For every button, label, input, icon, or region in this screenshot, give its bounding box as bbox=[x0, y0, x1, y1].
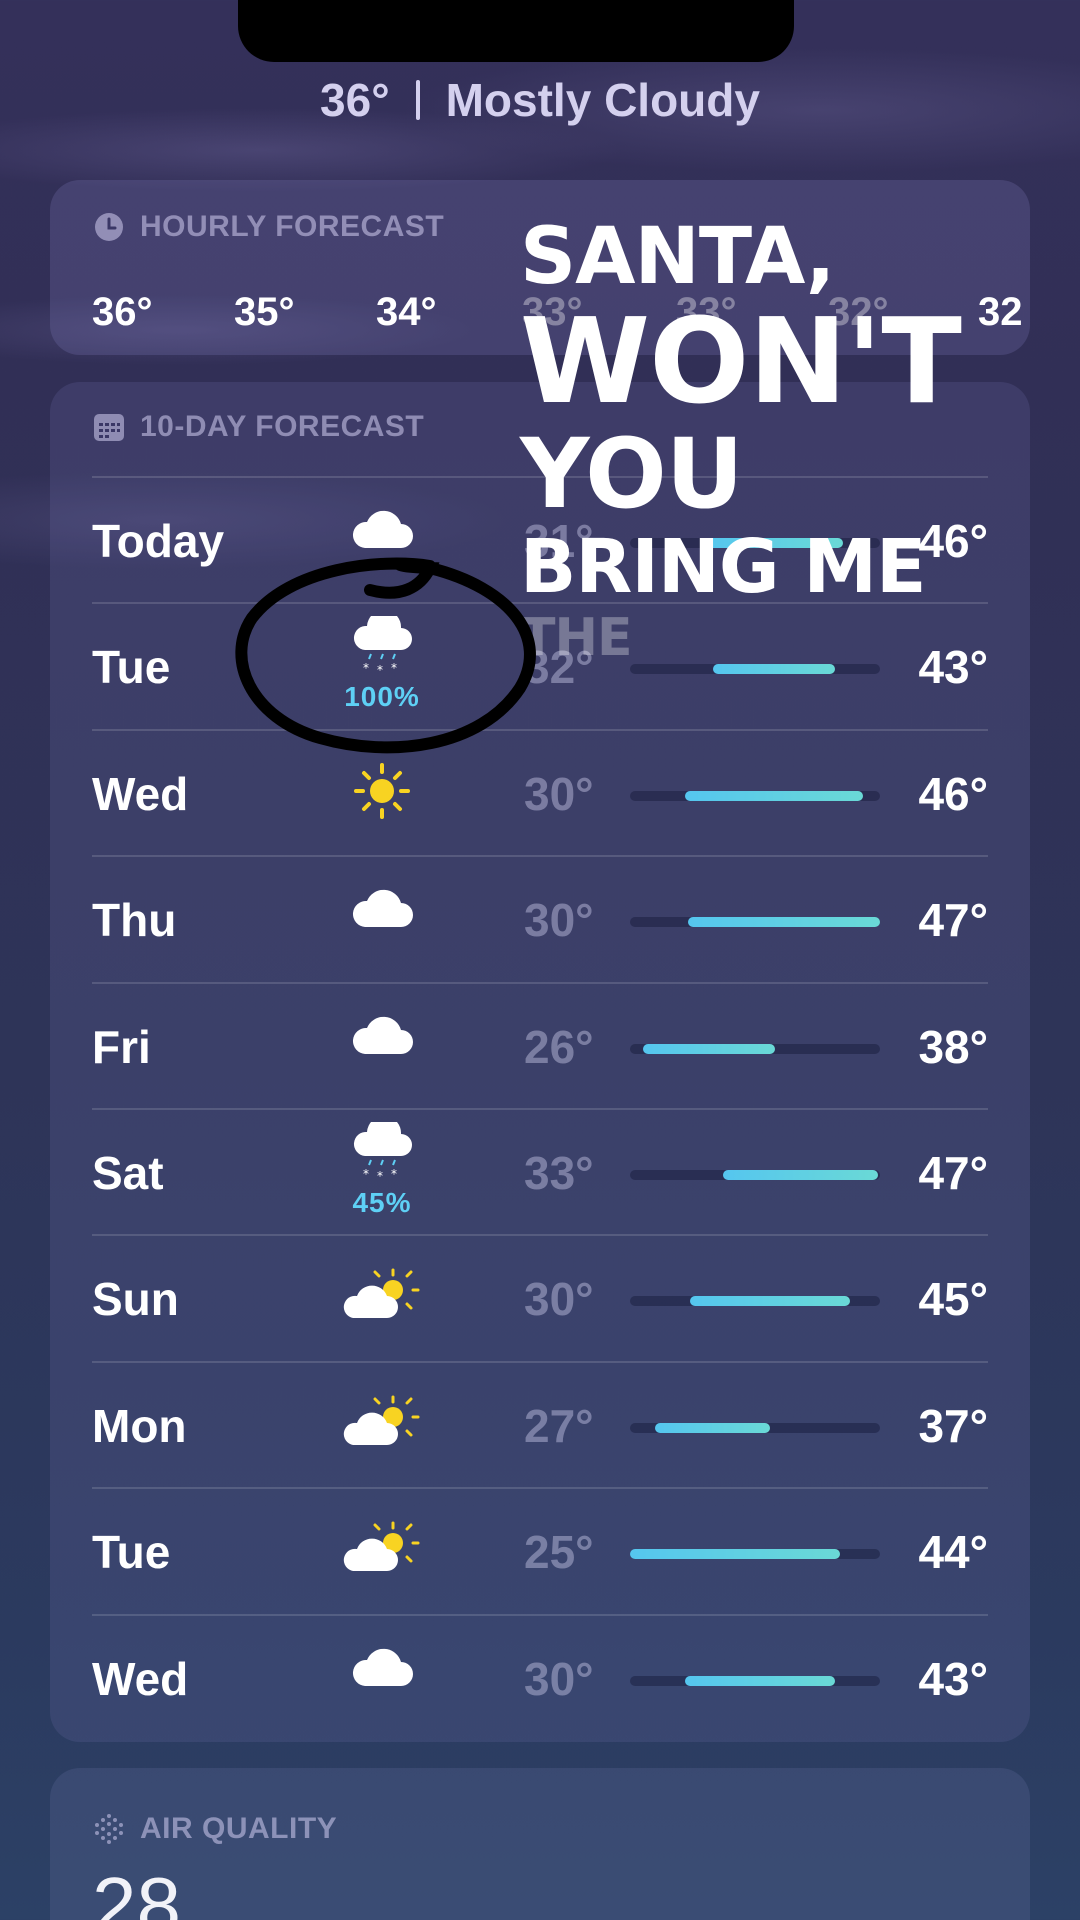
air-quality-title: AIR QUALITY bbox=[92, 1812, 337, 1846]
air-quality-title-text: AIR QUALITY bbox=[140, 1812, 338, 1845]
low-temperature: 26° bbox=[524, 1020, 594, 1073]
high-temperature: 44° bbox=[918, 1526, 988, 1579]
partly-sunny-icon bbox=[343, 1393, 421, 1454]
weather-condition bbox=[332, 1519, 432, 1599]
weather-condition bbox=[332, 1266, 432, 1346]
air-quality-card[interactable]: AIR QUALITY 28 bbox=[50, 1768, 1030, 1920]
current-temperature: 36° bbox=[320, 74, 390, 126]
svg-text:*: * bbox=[363, 1167, 369, 1181]
temperature-range-fill bbox=[712, 664, 835, 675]
forecast-day: Mon bbox=[92, 1399, 187, 1452]
forecast-row[interactable]: Sun 30° 45° bbox=[92, 1234, 988, 1360]
forecast-day: Wed bbox=[92, 1652, 189, 1705]
partly-sunny-icon bbox=[343, 1519, 421, 1580]
temperature-range-fill bbox=[722, 1170, 878, 1180]
clock-icon bbox=[95, 213, 123, 241]
cloud-icon bbox=[349, 887, 415, 936]
weather-condition: * * * 45% bbox=[332, 1115, 432, 1218]
overlay-line: WON'T bbox=[520, 292, 962, 430]
overlay-line: THE bbox=[520, 608, 633, 668]
high-temperature: 47° bbox=[918, 1147, 988, 1199]
forecast-row[interactable]: Fri 26° 38° bbox=[92, 981, 988, 1108]
cloud-snow-icon: * * * bbox=[349, 1115, 415, 1191]
temperature-range-bar bbox=[630, 1170, 880, 1180]
hourly-forecast-title: HOURLY FORECAST bbox=[92, 210, 444, 244]
precipitation-chance: 45% bbox=[352, 1187, 412, 1218]
high-temperature: 45° bbox=[918, 1273, 988, 1326]
temperature-range-bar bbox=[630, 1549, 880, 1560]
low-temperature: 25° bbox=[524, 1526, 594, 1579]
hand-drawn-circle-annotation bbox=[235, 557, 536, 754]
svg-text:*: * bbox=[391, 1167, 397, 1181]
forecast-day: Thu bbox=[92, 894, 177, 947]
air-quality-icon bbox=[95, 1814, 123, 1844]
low-temperature: 30° bbox=[524, 1273, 594, 1326]
hourly-title-text: HOURLY FORECAST bbox=[140, 210, 445, 243]
dynamic-island bbox=[238, 0, 794, 62]
high-temperature: 38° bbox=[918, 1020, 988, 1073]
temperature-range-bar bbox=[630, 1043, 880, 1054]
forecast-day: Sat bbox=[92, 1147, 164, 1199]
svg-text:*: * bbox=[377, 1169, 383, 1183]
temperature-range-bar bbox=[630, 790, 880, 801]
weather-condition bbox=[332, 887, 432, 967]
low-temperature: 27° bbox=[524, 1399, 594, 1452]
sticker-text-overlay: SANTA, WON'T YOU BRING ME THE bbox=[520, 212, 962, 668]
high-temperature: 37° bbox=[918, 1399, 988, 1452]
hourly-temp: 34° bbox=[376, 290, 437, 334]
temperature-range-fill bbox=[690, 1296, 850, 1307]
forecast-row[interactable]: Sat * * * 45% 33° 47° bbox=[92, 1108, 988, 1234]
low-temperature: 33° bbox=[524, 1147, 594, 1199]
temperature-range-fill bbox=[685, 790, 863, 801]
forecast-day: Sun bbox=[92, 1273, 179, 1326]
ten-day-title-text: 10-DAY FORECAST bbox=[140, 410, 425, 443]
ten-day-forecast-title: 10-DAY FORECAST bbox=[92, 410, 424, 444]
high-temperature: 47° bbox=[918, 894, 988, 947]
weather-condition bbox=[332, 1393, 432, 1473]
partly-sunny-icon bbox=[343, 1266, 421, 1327]
temperature-range-fill bbox=[685, 1675, 835, 1686]
temperature-range-bar bbox=[630, 1675, 880, 1686]
high-temperature: 43° bbox=[918, 1652, 988, 1705]
temperature-range-fill bbox=[630, 1549, 840, 1560]
temperature-range-fill bbox=[687, 917, 880, 928]
low-temperature: 30° bbox=[524, 1652, 594, 1705]
hourly-temp: 32 bbox=[978, 290, 1023, 334]
temperature-range-bar bbox=[630, 1422, 880, 1433]
temperature-range-fill bbox=[655, 1422, 770, 1433]
current-conditions-header: 36° Mostly Cloudy bbox=[0, 70, 1080, 130]
overlay-line: SANTA, bbox=[520, 212, 835, 302]
overlay-line: BRING ME bbox=[520, 524, 927, 610]
cloud-icon bbox=[349, 1646, 415, 1695]
forecast-row[interactable]: Tue 25° 44° bbox=[92, 1487, 988, 1613]
high-temperature: 46° bbox=[918, 767, 988, 820]
low-temperature: 30° bbox=[524, 894, 594, 947]
forecast-day: Wed bbox=[92, 767, 189, 820]
calendar-icon bbox=[94, 414, 124, 441]
current-condition: Mostly Cloudy bbox=[445, 74, 760, 126]
temperature-range-bar bbox=[630, 664, 880, 675]
hourly-temp: 35° bbox=[234, 290, 295, 334]
hourly-temp: 36° bbox=[92, 290, 153, 334]
forecast-day: Tue bbox=[92, 1526, 171, 1579]
forecast-day: Tue bbox=[92, 641, 171, 694]
air-quality-value: 28 bbox=[92, 1861, 181, 1920]
weather-condition bbox=[332, 1014, 432, 1094]
forecast-row[interactable]: Mon 27° 37° bbox=[92, 1360, 988, 1487]
temperature-range-fill bbox=[642, 1043, 775, 1054]
overlay-line: YOU bbox=[520, 418, 744, 530]
header-divider bbox=[415, 80, 420, 120]
temperature-range-bar bbox=[630, 917, 880, 928]
weather-condition bbox=[332, 1646, 432, 1726]
cloud-icon bbox=[349, 1014, 415, 1063]
forecast-day: Today bbox=[92, 515, 225, 567]
forecast-day: Fri bbox=[92, 1020, 151, 1073]
temperature-range-bar bbox=[630, 1296, 880, 1307]
forecast-row[interactable]: Wed 30° 43° bbox=[92, 1613, 988, 1740]
forecast-row[interactable]: Thu 30° 47° bbox=[92, 855, 988, 981]
